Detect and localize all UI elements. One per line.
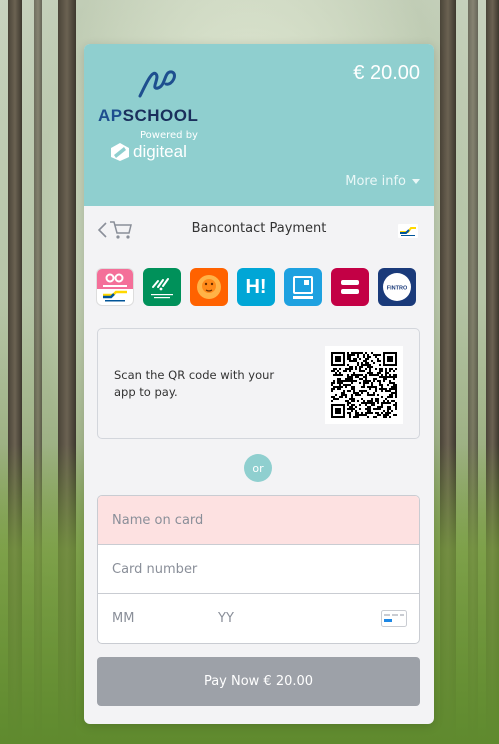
merchant-name-part: SCH	[122, 106, 161, 125]
bank-option-cbc[interactable]	[284, 268, 322, 306]
provider-name: digiteal	[133, 142, 187, 161]
expiry-field	[98, 594, 419, 643]
payment-title-row: Bancontact Payment	[84, 206, 434, 254]
card-brand-icon	[381, 610, 407, 627]
merchant-name: APSCHOOL	[98, 106, 198, 126]
pay-now-button[interactable]: Pay Now € 20.00	[97, 657, 420, 706]
qr-code-image[interactable]	[325, 346, 403, 424]
bank-option-belfius[interactable]	[331, 268, 369, 306]
ing-lion-icon	[197, 275, 221, 299]
card-form	[97, 495, 420, 644]
provider-logo: digiteal	[110, 142, 187, 162]
qr-code-icon	[331, 352, 397, 418]
chevron-down-icon	[412, 179, 420, 184]
qr-instructions: Scan the QR code with your app to pay.	[114, 368, 275, 399]
bank-option-hello-bank[interactable]: H!	[237, 268, 275, 306]
fintro-icon: FINTRO	[383, 273, 411, 301]
bancontact-logo-icon	[398, 224, 418, 238]
bank-option-payconiq[interactable]	[96, 268, 134, 306]
card-number-input[interactable]	[98, 545, 419, 593]
qr-code-panel: Scan the QR code with your app to pay.	[97, 328, 420, 439]
payment-method-title: Bancontact Payment	[191, 221, 327, 236]
payment-card: APSCHOOL Powered by digiteal € 20.00 Mor…	[84, 44, 434, 724]
bank-selector: H! FINTRO	[96, 268, 416, 306]
payment-header: APSCHOOL Powered by digiteal € 20.00 Mor…	[84, 44, 434, 206]
powered-by-label: Powered by	[140, 130, 198, 141]
name-on-card-field	[98, 496, 419, 545]
bank-option-bnp-paribas-fortis[interactable]	[143, 268, 181, 306]
hello-bank-icon: H!	[245, 275, 267, 298]
or-divider: or	[244, 454, 272, 482]
bank-option-fintro[interactable]: FINTRO	[378, 268, 416, 306]
card-number-field	[98, 545, 419, 594]
merchant-name-part: AP	[98, 106, 123, 125]
payconiq-bancontact-icon	[97, 269, 133, 302]
belfius-icon	[341, 280, 359, 294]
fintro-label: FINTRO	[387, 286, 408, 292]
digiteal-logo-icon	[111, 143, 129, 161]
more-info-toggle[interactable]: More info	[345, 174, 420, 189]
apschool-logo-icon	[138, 70, 176, 98]
bank-option-ing[interactable]	[190, 268, 228, 306]
more-info-label: More info	[345, 174, 406, 189]
bnp-paribas-fortis-icon	[151, 278, 173, 299]
name-on-card-input[interactable]	[98, 496, 419, 544]
cbc-icon	[293, 276, 313, 299]
merchant-name-part: OOL	[160, 106, 199, 125]
payment-amount: € 20.00	[353, 62, 420, 84]
